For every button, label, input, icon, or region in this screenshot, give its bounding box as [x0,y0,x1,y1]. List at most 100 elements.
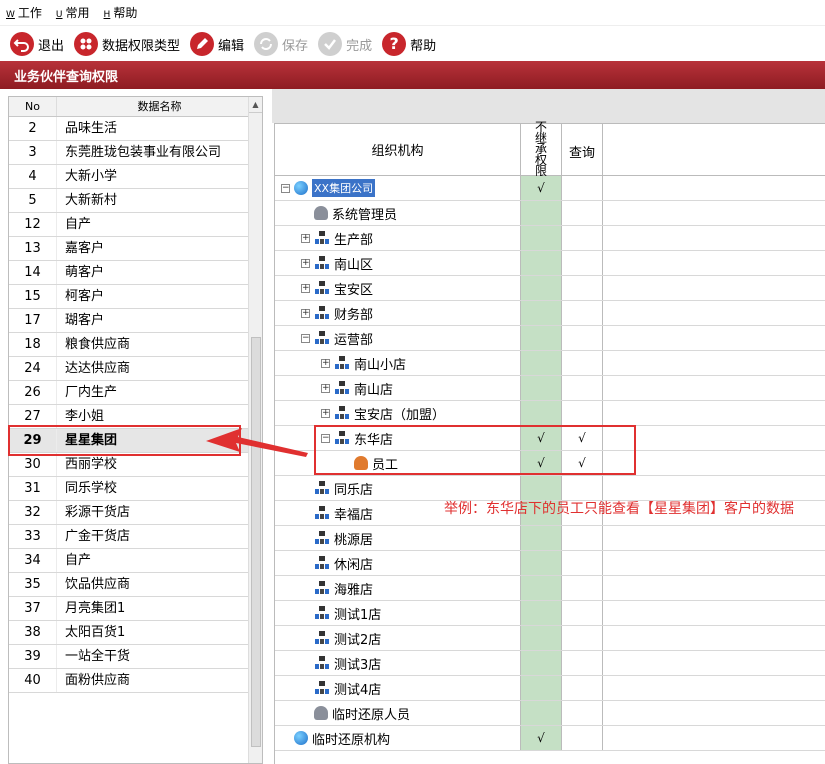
expand-icon[interactable]: + [301,308,310,318]
col-header-org[interactable]: 组织机构 [275,124,521,175]
inherit-cell[interactable] [521,301,562,325]
list-item[interactable]: 5 大新新村 [9,189,249,213]
query-cell[interactable] [562,401,603,425]
tree-row[interactable]: + 南山店 [275,376,825,401]
tree-node[interactable]: 测试4店 [301,676,381,700]
query-cell[interactable] [562,276,603,300]
expand-icon[interactable]: + [301,233,310,243]
query-cell[interactable] [562,376,603,400]
list-item[interactable]: 33 广金干货店 [9,525,249,549]
inherit-cell[interactable] [521,251,562,275]
tree-row[interactable]: + 财务部 [275,301,825,326]
save-button[interactable]: 保存 [254,32,308,56]
tree-node[interactable]: − 运营部 [301,326,373,350]
query-cell[interactable] [562,326,603,350]
inherit-cell[interactable] [521,376,562,400]
query-cell[interactable] [562,701,603,725]
tree-row[interactable]: 测试4店 [275,676,825,701]
tree-node[interactable]: 临时还原人员 [301,701,410,725]
tree-node[interactable]: + 宝安店（加盟） [321,401,445,425]
scroll-thumb[interactable] [251,337,261,747]
help-button[interactable]: ? 帮助 [382,32,436,56]
tree-node[interactable]: 系统管理员 [301,201,397,225]
menu-help[interactable]: H 帮助 [104,4,138,21]
menu-work[interactable]: W 工作 [6,4,42,21]
tree-row[interactable]: + 宝安区 [275,276,825,301]
query-cell[interactable] [562,601,603,625]
query-cell[interactable] [562,176,603,200]
col-header-inherit[interactable]: 不继承权限 [521,121,562,177]
tree-node[interactable]: + 南山小店 [321,351,406,375]
tree-row[interactable]: + 南山小店 [275,351,825,376]
inherit-cell[interactable]: √ [521,176,562,200]
list-item[interactable]: 32 彩源干货店 [9,501,249,525]
tree-row[interactable]: 临时还原人员 [275,701,825,726]
list-item[interactable]: 3 东莞胜珑包装事业有限公司 [9,141,249,165]
list-item[interactable]: 2 品味生活 [9,117,249,141]
query-cell[interactable] [562,651,603,675]
inherit-cell[interactable] [521,626,562,650]
list-item[interactable]: 26 厂内生产 [9,381,249,405]
query-cell[interactable] [562,576,603,600]
collapse-icon[interactable]: − [281,183,290,193]
query-cell[interactable] [562,351,603,375]
tree-node[interactable]: + 宝安区 [301,276,373,300]
list-item[interactable]: 24 达达供应商 [9,357,249,381]
list-item[interactable]: 38 太阳百货1 [9,621,249,645]
tree-node[interactable]: 同乐店 [301,476,373,500]
query-cell[interactable] [562,201,603,225]
query-cell[interactable] [562,726,603,750]
expand-icon[interactable]: + [321,383,330,393]
inherit-cell[interactable] [521,576,562,600]
tree-row[interactable]: 测试2店 [275,626,825,651]
tree-row[interactable]: − 运营部 [275,326,825,351]
edit-button[interactable]: 编辑 [190,32,244,56]
tree-node[interactable]: 海雅店 [301,576,373,600]
inherit-cell[interactable] [521,276,562,300]
tree-row[interactable]: + 宝安店（加盟） [275,401,825,426]
inherit-cell[interactable] [521,601,562,625]
list-item[interactable]: 18 粮食供应商 [9,333,249,357]
list-item[interactable]: 13 嘉客户 [9,237,249,261]
tree-node[interactable]: + 南山区 [301,251,373,275]
col-header-query[interactable]: 查询 [562,124,603,175]
tree-row[interactable]: + 南山区 [275,251,825,276]
query-cell[interactable] [562,251,603,275]
query-cell[interactable] [562,551,603,575]
inherit-cell[interactable] [521,676,562,700]
collapse-icon[interactable]: − [301,333,310,343]
tree-node[interactable]: + 生产部 [301,226,373,250]
inherit-cell[interactable]: √ [521,726,562,750]
tree-node[interactable]: 休闲店 [301,551,373,575]
tree-node[interactable]: 临时还原机构 [281,726,390,750]
perm-type-button[interactable]: 数据权限类型 [74,32,180,56]
tree-node[interactable]: 幸福店 [301,501,373,525]
inherit-cell[interactable] [521,651,562,675]
tree-node[interactable]: 测试1店 [301,601,381,625]
inherit-cell[interactable] [521,401,562,425]
tree-row[interactable]: 海雅店 [275,576,825,601]
scroll-up-icon[interactable]: ▲ [249,97,262,113]
tree-row[interactable]: 测试3店 [275,651,825,676]
list-item[interactable]: 40 面粉供应商 [9,669,249,693]
query-cell[interactable] [562,526,603,550]
list-item[interactable]: 35 饮品供应商 [9,573,249,597]
expand-icon[interactable]: + [301,258,310,268]
inherit-cell[interactable] [521,476,562,500]
query-cell[interactable] [562,476,603,500]
tree-row[interactable]: 测试1店 [275,601,825,626]
tree-row[interactable]: 桃源居 [275,526,825,551]
tree-row[interactable]: 系统管理员 [275,201,825,226]
query-cell[interactable] [562,676,603,700]
tree-node[interactable]: + 财务部 [301,301,373,325]
list-item[interactable]: 34 自产 [9,549,249,573]
inherit-cell[interactable] [521,351,562,375]
query-cell[interactable] [562,626,603,650]
tree-node[interactable]: 测试3店 [301,651,381,675]
tree-row[interactable]: 休闲店 [275,551,825,576]
inherit-cell[interactable] [521,701,562,725]
inherit-cell[interactable] [521,201,562,225]
expand-icon[interactable]: + [321,358,330,368]
expand-icon[interactable]: + [301,283,310,293]
expand-icon[interactable]: + [321,408,330,418]
